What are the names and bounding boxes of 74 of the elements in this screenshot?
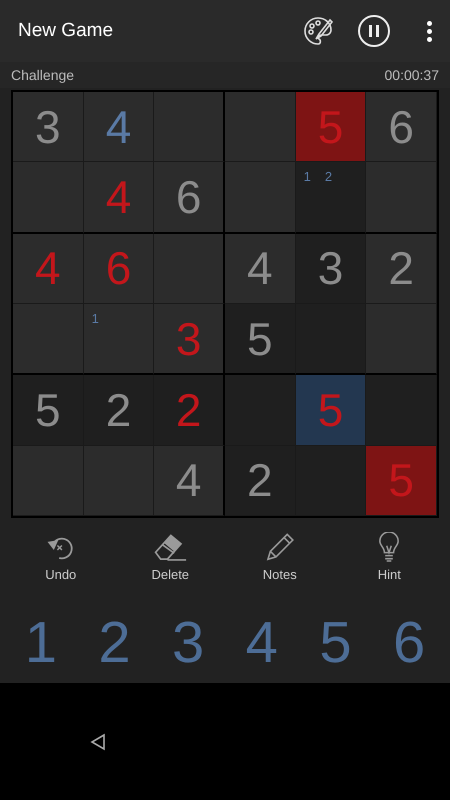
grid-cell[interactable]: 3 [154, 304, 225, 376]
grid-cell[interactable] [13, 162, 84, 234]
grid-cell[interactable]: 2 [366, 234, 437, 304]
grid-cell[interactable] [13, 304, 84, 376]
number-key[interactable]: 5 [305, 614, 366, 672]
timer: 00:00:37 [384, 66, 439, 84]
grid-cell[interactable] [154, 234, 225, 304]
cell-digit: 2 [247, 457, 273, 504]
grid-cell[interactable] [296, 446, 366, 516]
grid-cell[interactable] [224, 375, 296, 446]
cell-digit: 4 [247, 245, 273, 292]
cell-digit: 3 [318, 245, 344, 292]
number-key[interactable]: 1 [10, 614, 71, 672]
grid-cell[interactable]: 6 [154, 162, 225, 234]
grid-cell[interactable] [84, 446, 154, 516]
cell-digit: 3 [35, 104, 61, 150]
grid-cell[interactable]: 6 [84, 234, 154, 304]
tool-button[interactable]: Undo [20, 532, 101, 584]
grid-cell[interactable]: 2 [154, 375, 225, 446]
grid-cell[interactable]: 4 [84, 162, 154, 234]
grid-cell[interactable] [366, 304, 437, 376]
cell-digit: 2 [176, 386, 202, 433]
grid-cell[interactable] [224, 92, 296, 162]
number-key[interactable]: 2 [84, 614, 144, 672]
back-icon[interactable] [90, 732, 106, 750]
grid-cell[interactable] [154, 92, 225, 162]
grid-cell[interactable]: 5 [224, 304, 296, 376]
palette-icon[interactable] [302, 15, 334, 47]
grid-cell[interactable]: 5 [13, 375, 84, 446]
grid-cell[interactable] [13, 446, 84, 516]
grid-cell[interactable] [224, 162, 296, 234]
cell-digit: 6 [106, 245, 132, 292]
cell-digit: 4 [106, 174, 132, 220]
grid-cell[interactable]: 3 [296, 234, 366, 304]
screen-title: New Game [18, 18, 114, 43]
grid-cell[interactable]: 4 [224, 234, 296, 304]
cell-digit: 5 [247, 316, 273, 362]
number-key[interactable]: 4 [232, 614, 292, 672]
cell-digit: 5 [318, 386, 344, 433]
note-digit: 2 [324, 170, 332, 184]
grid-cell[interactable]: 4 [154, 446, 225, 516]
grid-cell[interactable] [296, 304, 366, 376]
cell-digit: 6 [176, 174, 202, 220]
grid-cell[interactable]: 1 2 [296, 162, 366, 234]
grid-cell[interactable]: 4 [13, 234, 84, 304]
cell-digit: 4 [106, 104, 132, 150]
tool-button[interactable]: Hint [349, 532, 430, 584]
cell-digit: 5 [35, 386, 61, 433]
more-menu-icon[interactable] [426, 20, 432, 42]
tool-button[interactable]: Delete [130, 532, 210, 584]
grid-cell[interactable]: 2 [84, 375, 154, 446]
cell-digit: 5 [388, 457, 414, 504]
cell-digit: 2 [388, 245, 414, 292]
grid-cell[interactable]: 4 [84, 92, 154, 162]
grid-cell[interactable] [366, 375, 437, 446]
tool-button[interactable]: Notes [240, 532, 320, 584]
pause-button[interactable] [358, 15, 390, 47]
difficulty-label: Challenge [11, 66, 74, 85]
cell-digit: 3 [176, 316, 202, 362]
note-digit: 1 [304, 170, 311, 184]
cell-digit: 6 [388, 104, 414, 150]
note-digit: 1 [92, 312, 99, 325]
grid-cell[interactable]: 1 [84, 304, 154, 376]
grid-cell[interactable]: 5 [296, 375, 366, 446]
cell-digit: 4 [35, 245, 61, 292]
number-key[interactable]: 6 [379, 614, 440, 672]
cell-digit: 4 [176, 457, 202, 504]
grid-cell[interactable]: 2 [224, 446, 296, 516]
number-key[interactable]: 3 [158, 614, 218, 672]
grid-cell[interactable]: 6 [366, 92, 437, 162]
grid-cell[interactable]: 3 [13, 92, 84, 162]
cell-digit: 2 [106, 386, 132, 433]
grid-cell[interactable] [366, 162, 437, 234]
cell-digit: 5 [318, 104, 344, 150]
